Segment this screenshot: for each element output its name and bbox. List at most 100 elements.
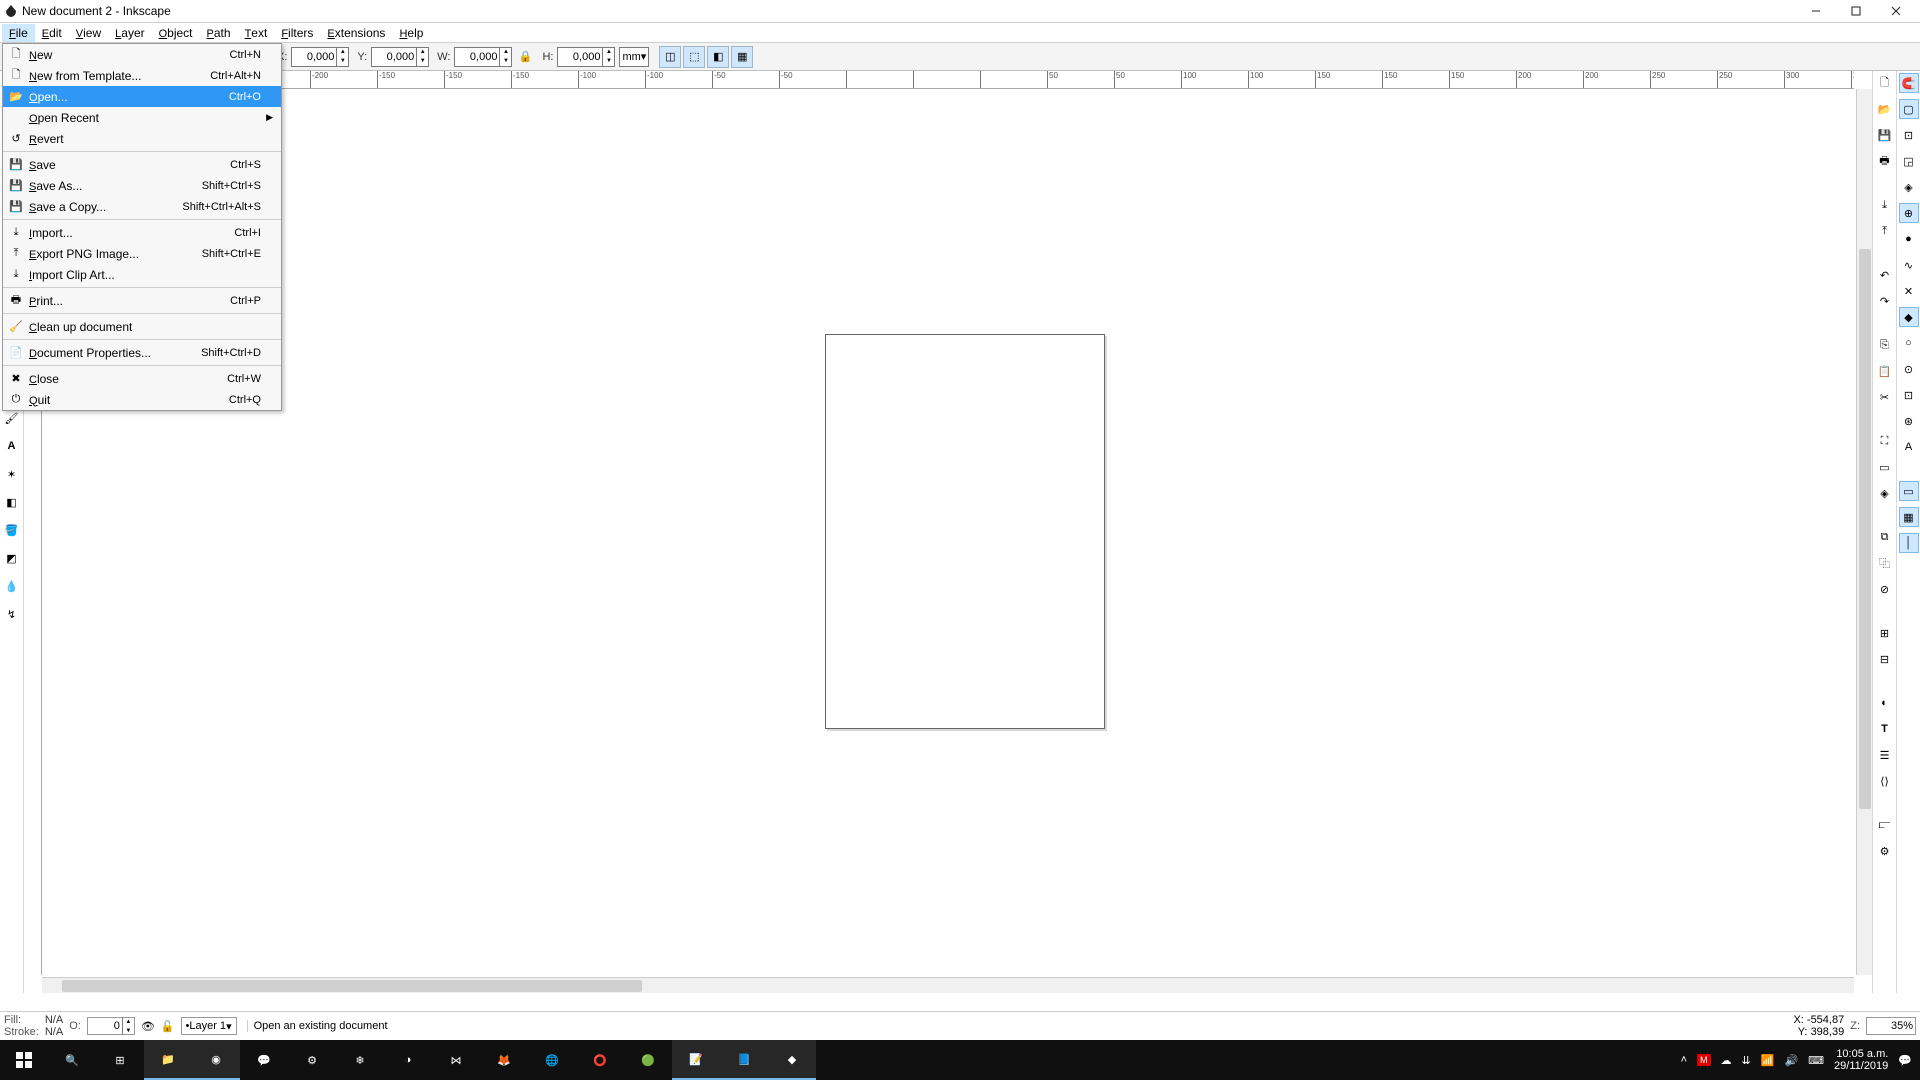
- scrollbar-horizontal[interactable]: [42, 977, 1854, 993]
- zoom-drawing-icon[interactable]: ◈: [1875, 483, 1895, 503]
- snap-page-icon[interactable]: ▭: [1899, 481, 1919, 501]
- explorer-icon[interactable]: 📁: [144, 1040, 192, 1080]
- menu-item-open[interactable]: 📂Open...Ctrl+O: [3, 86, 281, 107]
- tray-lang-icon[interactable]: ⌨: [1808, 1054, 1824, 1067]
- opera-icon[interactable]: ⭕: [576, 1040, 624, 1080]
- snap-path-icon[interactable]: ∿: [1899, 255, 1919, 275]
- menu-item-print[interactable]: 🖶Print...Ctrl+P: [3, 290, 281, 311]
- app-icon-2[interactable]: ⚙: [288, 1040, 336, 1080]
- clone-icon[interactable]: ⿻: [1875, 553, 1895, 573]
- export-icon[interactable]: ⤒: [1875, 221, 1895, 241]
- menu-text[interactable]: Text: [238, 24, 275, 42]
- menu-item-clean-up-document[interactable]: 🧹Clean up document: [3, 316, 281, 337]
- snap-line-mid-icon[interactable]: ⊙: [1899, 359, 1919, 379]
- text-dialog-icon[interactable]: T: [1875, 719, 1895, 739]
- import-icon[interactable]: ⤓: [1875, 195, 1895, 215]
- snap-node-icon[interactable]: ●: [1899, 229, 1919, 249]
- menu-item-save-a-copy[interactable]: 💾Save a Copy...Shift+Ctrl+Alt+S: [3, 196, 281, 217]
- menu-object[interactable]: Object: [152, 24, 200, 42]
- snap-smooth-icon[interactable]: ○: [1899, 333, 1919, 353]
- menu-item-revert[interactable]: ↺Revert: [3, 128, 281, 149]
- snap-guide-icon[interactable]: │: [1899, 533, 1919, 553]
- menu-layer[interactable]: Layer: [108, 24, 151, 42]
- snap-grid-icon[interactable]: ▦: [1899, 507, 1919, 527]
- layer-visibility-icon[interactable]: 👁: [141, 1020, 155, 1033]
- vs-icon[interactable]: ⋈: [432, 1040, 480, 1080]
- menu-view[interactable]: View: [69, 24, 108, 42]
- menu-item-export-png-image[interactable]: ⤒Export PNG Image...Shift+Ctrl+E: [3, 243, 281, 264]
- snap-cusp-icon[interactable]: ◆: [1899, 307, 1919, 327]
- w-field[interactable]: ▲▼: [454, 47, 512, 67]
- new-doc-icon[interactable]: 🗋: [1875, 73, 1895, 93]
- menu-item-save[interactable]: 💾SaveCtrl+S: [3, 154, 281, 175]
- prefs-icon[interactable]: ⚙: [1875, 841, 1895, 861]
- snap-object-mid-icon[interactable]: ⊡: [1899, 385, 1919, 405]
- eraser-tool[interactable]: ◧: [1, 491, 23, 513]
- scrollbar-vertical[interactable]: [1856, 89, 1872, 975]
- tray-app-icon[interactable]: M: [1697, 1054, 1711, 1066]
- snap-text-icon[interactable]: A: [1899, 437, 1919, 457]
- menu-item-quit[interactable]: ⏻QuitCtrl+Q: [3, 389, 281, 410]
- zoom-field[interactable]: 35%: [1866, 1017, 1916, 1035]
- open-icon[interactable]: 📂: [1875, 99, 1895, 119]
- tray-cloud-icon[interactable]: ☁: [1721, 1054, 1732, 1067]
- notepad-icon[interactable]: 📝: [672, 1040, 720, 1080]
- menu-help[interactable]: Help: [392, 24, 430, 42]
- chrome-icon[interactable]: ◉: [192, 1040, 240, 1080]
- group-icon[interactable]: ⊞: [1875, 623, 1895, 643]
- system-tray[interactable]: ˄ M ☁ ⇊ 📶 🔊 ⌨ 10:05 a.m. 29/11/2019 💬: [1681, 1048, 1920, 1072]
- menu-item-import[interactable]: ⤓Import...Ctrl+I: [3, 222, 281, 243]
- snap-enable-icon[interactable]: 🧲: [1899, 73, 1919, 93]
- print-icon[interactable]: 🖶: [1875, 151, 1895, 171]
- affect-corners-icon[interactable]: ⬚: [683, 46, 705, 68]
- inkscape-taskbar-icon[interactable]: ◆: [768, 1040, 816, 1080]
- undo-icon[interactable]: ↶: [1875, 265, 1895, 285]
- zoom-page-icon[interactable]: ▭: [1875, 457, 1895, 477]
- copy-icon[interactable]: ⎘: [1875, 335, 1895, 355]
- snap-center-icon[interactable]: ⊕: [1899, 203, 1919, 223]
- tray-up-icon[interactable]: ˄: [1681, 1054, 1687, 1066]
- menu-item-import-clip-art[interactable]: ⤓Import Clip Art...: [3, 264, 281, 285]
- save-icon[interactable]: 💾: [1875, 125, 1895, 145]
- redo-icon[interactable]: ↷: [1875, 291, 1895, 311]
- unlink-icon[interactable]: ⊘: [1875, 579, 1895, 599]
- snap-corner-icon[interactable]: ◲: [1899, 151, 1919, 171]
- edge-icon[interactable]: 🌐: [528, 1040, 576, 1080]
- affect-stroke-icon[interactable]: ◫: [659, 46, 681, 68]
- snap-midpoint-icon[interactable]: ◈: [1899, 177, 1919, 197]
- connector-tool[interactable]: ↯: [1, 603, 23, 625]
- task-view-icon[interactable]: ⊞: [96, 1040, 144, 1080]
- stroke-value[interactable]: N/A: [45, 1026, 63, 1038]
- ruler-horizontal[interactable]: -250-250-250-200-200-150-150-150-100-100…: [42, 71, 1854, 89]
- menu-file[interactable]: File: [2, 24, 35, 42]
- snap-edge-icon[interactable]: ⊡: [1899, 125, 1919, 145]
- app-icon-5[interactable]: 🟢: [624, 1040, 672, 1080]
- snap-rotation-icon[interactable]: ⊛: [1899, 411, 1919, 431]
- minimize-button[interactable]: [1796, 0, 1836, 22]
- menu-item-document-properties[interactable]: 📄Document Properties...Shift+Ctrl+D: [3, 342, 281, 363]
- align-icon[interactable]: ⫍: [1875, 815, 1895, 835]
- h-field[interactable]: ▲▼: [557, 47, 615, 67]
- menu-item-new-from-template[interactable]: 🗋New from Template...Ctrl+Alt+N: [3, 65, 281, 86]
- zoom-fit-icon[interactable]: ⛶: [1875, 431, 1895, 451]
- lock-aspect-icon[interactable]: 🔒: [516, 48, 534, 66]
- close-button[interactable]: [1876, 0, 1916, 22]
- fill-stroke-icon[interactable]: ◐: [1875, 693, 1895, 713]
- menu-path[interactable]: Path: [200, 24, 238, 42]
- gradient-tool[interactable]: ◩: [1, 547, 23, 569]
- snap-intersect-icon[interactable]: ✕: [1899, 281, 1919, 301]
- start-button[interactable]: [0, 1040, 48, 1080]
- text-tool[interactable]: A: [1, 435, 23, 457]
- taskbar-clock[interactable]: 10:05 a.m. 29/11/2019: [1834, 1048, 1888, 1072]
- fill-value[interactable]: N/A: [45, 1014, 63, 1026]
- affect-gradient-icon[interactable]: ◧: [707, 46, 729, 68]
- tray-volume-icon[interactable]: 🔊: [1784, 1054, 1798, 1067]
- menu-item-save-as[interactable]: 💾Save As...Shift+Ctrl+S: [3, 175, 281, 196]
- tray-wifi-icon[interactable]: 📶: [1761, 1054, 1775, 1067]
- snap-bbox-icon[interactable]: ▢: [1899, 99, 1919, 119]
- word-icon[interactable]: 📘: [720, 1040, 768, 1080]
- menu-item-close[interactable]: ✖CloseCtrl+W: [3, 368, 281, 389]
- menu-edit[interactable]: Edit: [35, 24, 69, 42]
- app-icon-3[interactable]: ❄: [336, 1040, 384, 1080]
- firefox-icon[interactable]: 🦊: [480, 1040, 528, 1080]
